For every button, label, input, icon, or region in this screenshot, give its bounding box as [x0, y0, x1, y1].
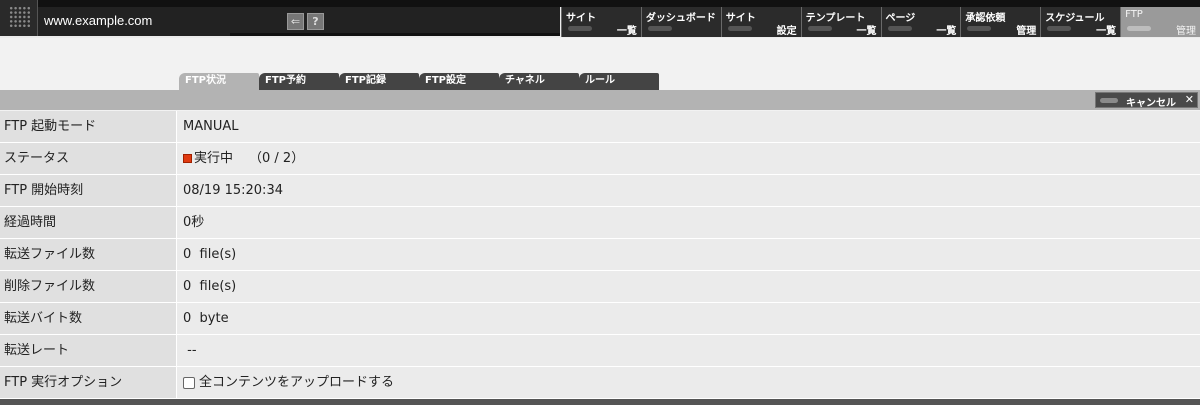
status-progress: （0 / 2）	[249, 151, 305, 166]
help-button[interactable]: ?	[307, 13, 324, 30]
pill-icon	[967, 26, 992, 31]
pill-icon	[807, 26, 832, 31]
nav-label: ダッシュボード	[645, 13, 716, 24]
row-label: 削除ファイル数	[0, 271, 177, 302]
tab-ftp-log[interactable]: FTP記録	[339, 73, 419, 90]
row-label: 転送レート	[0, 335, 177, 366]
row-label: 転送バイト数	[0, 303, 177, 334]
pill-icon	[1127, 26, 1152, 31]
nav-sublabel: 一覧	[1096, 26, 1117, 37]
arrow-left-icon: ⇐	[290, 15, 301, 28]
top-bar: www.example.com ⇐ ? サイト 一覧 ダッシュボード サイト 設定 …	[0, 0, 1200, 38]
site-url: www.example.com	[44, 13, 153, 28]
nav-site-list[interactable]: サイト一覧	[561, 7, 641, 37]
nav-sublabel: 一覧	[936, 26, 957, 37]
bottom-bar	[0, 399, 1200, 405]
status-text: 実行中	[194, 151, 234, 166]
table-row: FTP 実行オプション 全コンテンツをアップロードする	[0, 367, 1200, 399]
nav-label: サイト	[566, 13, 596, 24]
table-row: FTP 開始時刻 08/19 15:20:34	[0, 175, 1200, 207]
row-label: 経過時間	[0, 207, 177, 238]
nav-label: ページ	[885, 13, 916, 24]
top-strip	[0, 0, 1200, 7]
row-value: 0秒	[177, 207, 1200, 238]
app-menu-button[interactable]	[0, 0, 38, 36]
row-value: 08/19 15:20:34	[177, 175, 1200, 206]
url-bar: www.example.com	[38, 7, 230, 36]
pill-icon	[887, 26, 912, 31]
action-strip: キャンセル ✕	[0, 90, 1200, 110]
tab-bar: FTP状況 FTP予約 FTP記録 FTP設定 チャネル ルール	[179, 73, 659, 90]
nav-label: FTP	[1125, 9, 1143, 20]
row-value: 0 file(s)	[177, 239, 1200, 270]
table-row: 転送ファイル数 0 file(s)	[0, 239, 1200, 271]
table-row: ステータス 実行中 （0 / 2）	[0, 143, 1200, 175]
row-value: 0 file(s)	[177, 271, 1200, 302]
row-value: 全コンテンツをアップロードする	[177, 367, 1200, 398]
nav-template-list[interactable]: テンプレート 一覧	[800, 7, 881, 37]
ftp-status-table: FTP 起動モード MANUAL ステータス 実行中 （0 / 2） FTP 開…	[0, 111, 1200, 399]
tab-ftp-reservation[interactable]: FTP予約	[259, 73, 339, 90]
upload-all-label[interactable]: 全コンテンツをアップロードする	[199, 367, 394, 398]
status-running-icon	[183, 154, 192, 163]
row-label: ステータス	[0, 143, 177, 174]
help-icon: ?	[312, 15, 319, 28]
nav-sublabel: 一覧	[856, 26, 877, 37]
row-value: 0 byte	[177, 303, 1200, 334]
pill-icon	[647, 26, 672, 31]
row-value: 実行中 （0 / 2）	[177, 143, 1200, 174]
nav-label: 承認依頼	[965, 13, 1006, 24]
cancel-label: キャンセル	[1126, 98, 1176, 109]
row-value: --	[177, 335, 1200, 366]
table-row: FTP 起動モード MANUAL	[0, 111, 1200, 143]
row-label: 転送ファイル数	[0, 239, 177, 270]
grid-icon	[9, 6, 31, 28]
nav-dashboard[interactable]: ダッシュボード	[640, 7, 721, 37]
cancel-button[interactable]: キャンセル ✕	[1095, 92, 1198, 109]
nav-label: サイト	[725, 13, 756, 24]
pill-icon	[1047, 26, 1072, 31]
row-label: FTP 開始時刻	[0, 175, 177, 206]
row-label: FTP 起動モード	[0, 111, 177, 142]
close-icon: ✕	[1184, 93, 1194, 106]
row-label: FTP 実行オプション	[0, 367, 177, 398]
table-row: 削除ファイル数 0 file(s)	[0, 271, 1200, 303]
upload-all-checkbox[interactable]	[183, 376, 195, 389]
nav-sublabel: 一覧	[616, 26, 637, 37]
nav-sublabel: 管理	[1016, 26, 1037, 37]
main-nav: サイト 一覧 ダッシュボード サイト 設定 テンプレート 一覧 ページ 一覧 承認依頼管…	[561, 7, 1200, 37]
nav-sublabel: 管理	[1176, 26, 1196, 37]
nav-page-list[interactable]: ページ一覧	[880, 7, 961, 37]
tab-ftp-settings[interactable]: FTP設定	[419, 73, 499, 90]
table-row: 転送バイト数 0 byte	[0, 303, 1200, 335]
nav-site-settings[interactable]: サイト設定	[720, 7, 801, 37]
table-row: 転送レート --	[0, 335, 1200, 367]
nav-approval[interactable]: 承認依頼 管理	[960, 7, 1041, 37]
pill-icon	[1100, 98, 1118, 103]
back-button[interactable]: ⇐	[287, 13, 304, 30]
tab-channel[interactable]: チャネル	[499, 73, 579, 90]
tab-rule[interactable]: ルール	[579, 73, 659, 90]
pill-icon	[727, 26, 752, 31]
tab-ftp-status[interactable]: FTP状況	[179, 73, 259, 90]
nav-schedule-list[interactable]: スケジュール 一覧	[1040, 7, 1121, 37]
row-value: MANUAL	[177, 111, 1200, 142]
table-row: 経過時間 0秒	[0, 207, 1200, 239]
nav-ftp-manage[interactable]: FTP 管理	[1120, 7, 1200, 37]
url-bar-extension	[230, 7, 560, 36]
nav-sublabel: 設定	[776, 26, 797, 37]
pill-icon	[568, 26, 592, 31]
